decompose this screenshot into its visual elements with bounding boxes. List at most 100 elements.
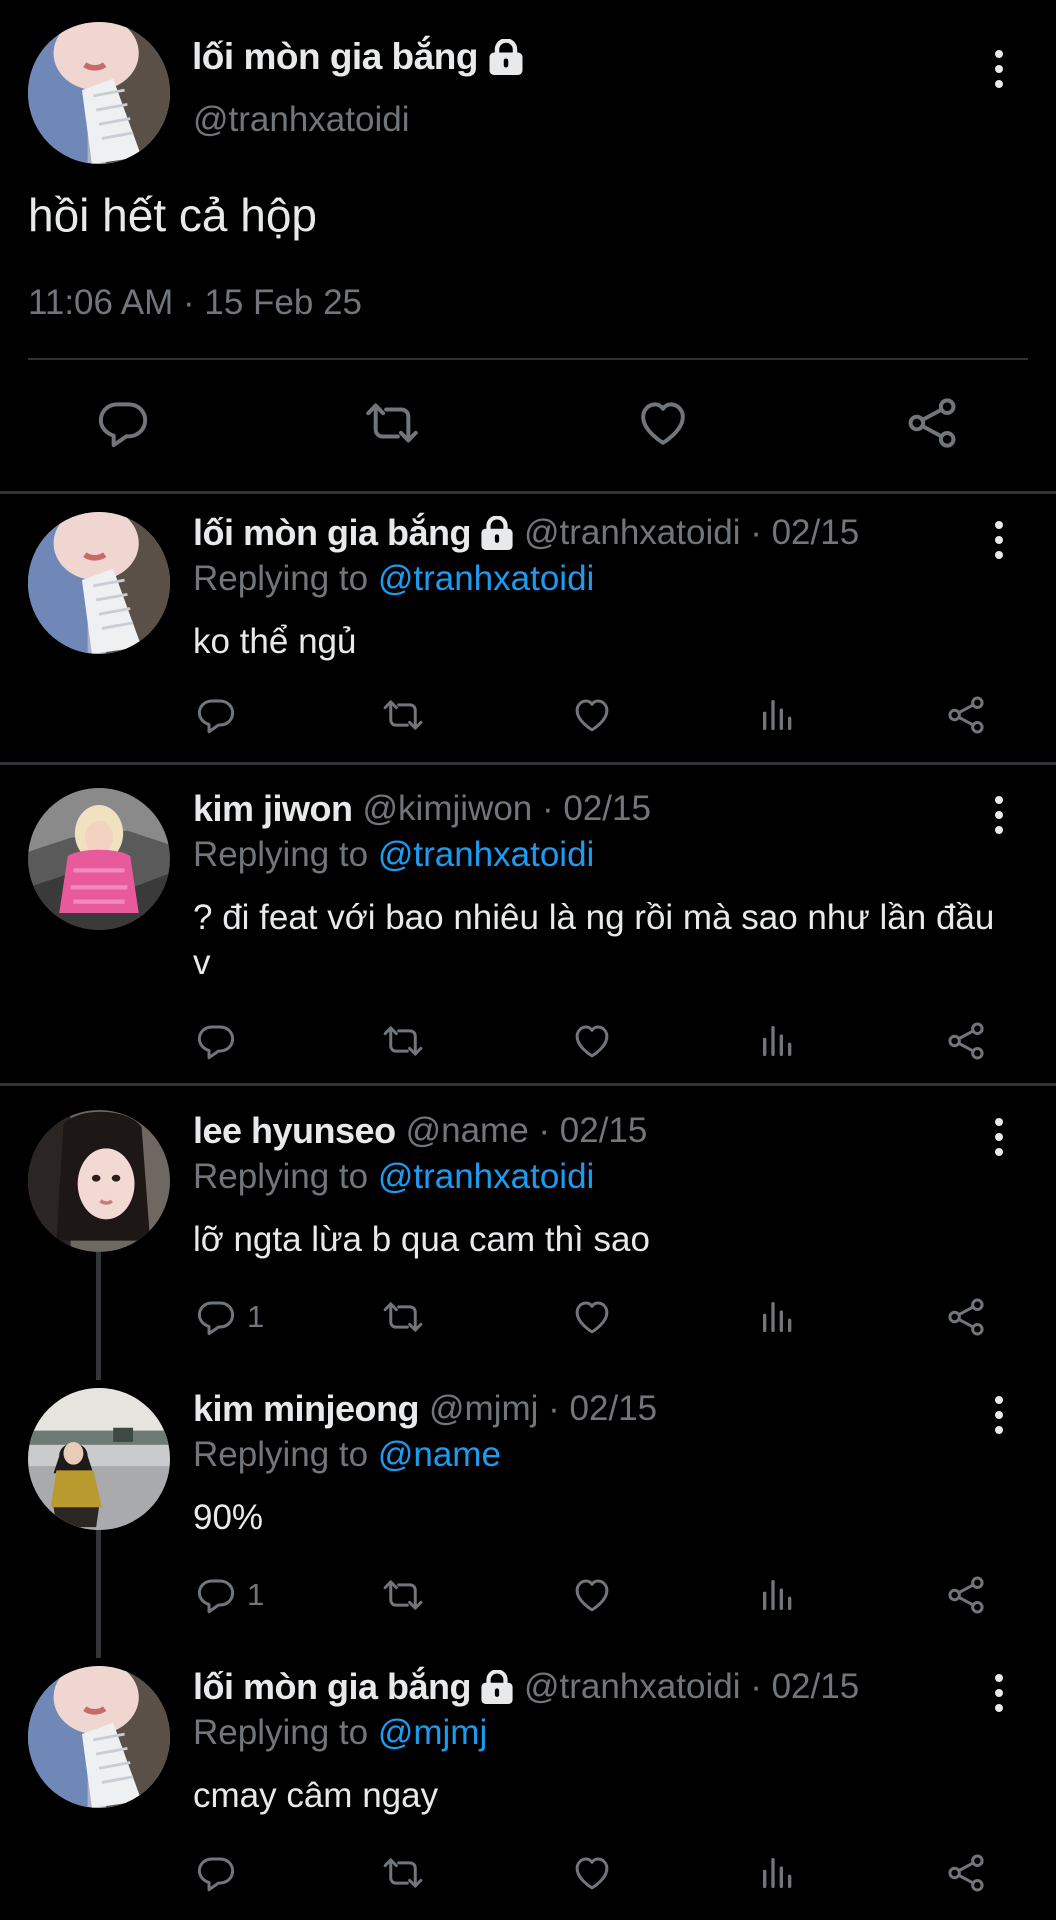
reply-text: lỡ ngta lừa b qua cam thì sao [193, 1220, 650, 1259]
replying-to-link[interactable]: @mjmj [378, 1713, 487, 1752]
views-icon [758, 694, 798, 736]
author-name: kim jiwon [193, 788, 353, 829]
like-icon [570, 1852, 614, 1894]
reply-tweet[interactable]: kim jiwon @kimjiwon · 02/15 Replying to … [0, 788, 1056, 1083]
replying-to: Replying to @tranhxatoidi [193, 1157, 594, 1197]
author-name: lối mòn gia bắng [193, 1666, 472, 1707]
retweet-icon [380, 1574, 426, 1616]
reply-button[interactable] [195, 1020, 247, 1062]
replying-to-link[interactable]: @tranhxatoidi [378, 559, 594, 598]
share-icon [904, 395, 960, 451]
author-handle[interactable]: @tranhxatoidi [193, 100, 409, 140]
reply-text: cmay câm ngay [193, 1776, 439, 1815]
replying-to-link[interactable]: @name [378, 1435, 501, 1474]
avatar[interactable] [28, 1666, 170, 1808]
reply-tweet[interactable]: lối mòn gia bắng @tranhxatoidi · 02/15 R… [0, 512, 1056, 762]
retweet-button[interactable] [380, 694, 426, 736]
reply-header: lối mòn gia bắng @tranhxatoidi · 02/15 [193, 1666, 859, 1708]
like-button[interactable] [570, 1020, 614, 1062]
like-button[interactable] [570, 1296, 614, 1338]
reply-count: 1 [247, 1577, 265, 1612]
lock-icon [488, 39, 524, 75]
views-button[interactable] [758, 694, 798, 736]
retweet-button[interactable] [380, 1296, 426, 1338]
like-icon [570, 1296, 614, 1338]
author-name: lối mòn gia bắng [193, 512, 472, 553]
reply-button[interactable] [95, 395, 151, 451]
share-icon [945, 1020, 987, 1062]
share-button[interactable] [945, 1020, 987, 1062]
reply-icon [195, 1574, 237, 1616]
share-icon [945, 1852, 987, 1894]
author-name[interactable]: lối mòn gia bắng [192, 36, 478, 78]
avatar[interactable] [28, 22, 170, 164]
more-options-icon[interactable] [989, 792, 1009, 838]
replying-to: Replying to @mjmj [193, 1713, 487, 1753]
reply-icon [195, 1020, 237, 1062]
views-button[interactable] [758, 1574, 798, 1616]
divider [0, 762, 1056, 765]
retweet-icon [380, 1852, 426, 1894]
views-button[interactable] [758, 1296, 798, 1338]
reply-text: ko thể ngủ [193, 622, 357, 661]
reply-button[interactable]: 1 [195, 1574, 264, 1616]
handle-and-date: @tranhxatoidi · 02/15 [524, 1667, 860, 1706]
share-button[interactable] [945, 694, 987, 736]
reply-tweet[interactable]: lee hyunseo @name · 02/15 Replying to @t… [0, 1110, 1056, 1350]
replying-label: Replying to [193, 1157, 369, 1196]
author-name: kim minjeong [193, 1388, 420, 1429]
like-button[interactable] [570, 1574, 614, 1616]
author-name-row[interactable]: lối mòn gia bắng [193, 512, 514, 554]
reply-tweet[interactable]: kim minjeong @mjmj · 02/15 Replying to @… [0, 1388, 1056, 1628]
avatar[interactable] [28, 1388, 170, 1530]
share-button[interactable] [904, 395, 960, 451]
retweet-button[interactable] [362, 395, 422, 451]
like-button[interactable] [570, 1852, 614, 1894]
reply-text: ? đi feat với bao nhiêu là ng rồi mà sao… [193, 898, 995, 982]
action-bar [0, 694, 1056, 740]
avatar[interactable] [28, 788, 170, 930]
handle-and-date: @kimjiwon · 02/15 [362, 789, 651, 828]
avatar[interactable] [28, 512, 170, 654]
more-options-icon[interactable] [989, 1114, 1009, 1160]
author-name-row[interactable]: lee hyunseo [193, 1110, 396, 1152]
more-options-icon[interactable] [989, 46, 1009, 92]
lock-icon [480, 516, 514, 550]
reply-button[interactable] [195, 1852, 247, 1894]
retweet-icon [362, 395, 422, 451]
more-options-icon[interactable] [989, 517, 1009, 563]
retweet-button[interactable] [380, 1852, 426, 1894]
author-name-row[interactable]: lối mòn gia bắng [193, 1666, 514, 1708]
replying-label: Replying to [193, 559, 369, 598]
reply-icon [95, 395, 151, 451]
share-button[interactable] [945, 1296, 987, 1338]
action-bar [0, 1020, 1056, 1066]
divider [0, 491, 1056, 494]
share-button[interactable] [945, 1574, 987, 1616]
more-options-icon[interactable] [989, 1670, 1009, 1716]
author-name-row[interactable]: kim jiwon [193, 788, 353, 830]
retweet-button[interactable] [380, 1574, 426, 1616]
replying-label: Replying to [193, 835, 369, 874]
author-name-row[interactable]: kim minjeong [193, 1388, 420, 1430]
views-button[interactable] [758, 1020, 798, 1062]
replying-to: Replying to @tranhxatoidi [193, 835, 594, 875]
reply-tweet[interactable]: lối mòn gia bắng @tranhxatoidi · 02/15 R… [0, 1666, 1056, 1920]
replying-to-link[interactable]: @tranhxatoidi [378, 835, 594, 874]
like-button[interactable] [634, 395, 692, 451]
share-button[interactable] [945, 1852, 987, 1894]
like-icon [634, 395, 692, 451]
reply-button[interactable]: 1 [195, 1296, 264, 1338]
views-button[interactable] [758, 1852, 798, 1894]
lock-icon [480, 1670, 514, 1704]
like-button[interactable] [570, 694, 614, 736]
views-icon [758, 1296, 798, 1338]
retweet-button[interactable] [380, 1020, 426, 1062]
like-icon [570, 1574, 614, 1616]
replying-to-link[interactable]: @tranhxatoidi [378, 1157, 594, 1196]
replying-label: Replying to [193, 1435, 369, 1474]
author-name: lee hyunseo [193, 1110, 396, 1151]
more-options-icon[interactable] [989, 1392, 1009, 1438]
avatar[interactable] [28, 1110, 170, 1252]
reply-button[interactable] [195, 694, 247, 736]
